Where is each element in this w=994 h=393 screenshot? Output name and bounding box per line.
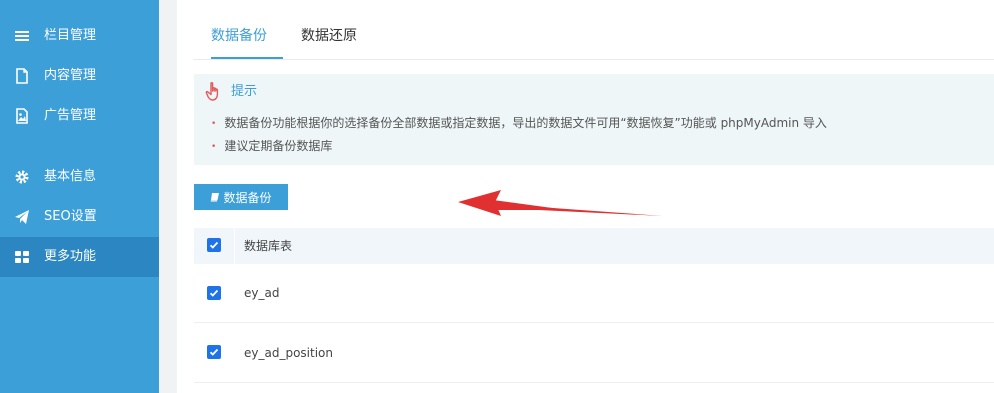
column-header-table-name: 数据库表 xyxy=(244,239,293,253)
paper-plane-icon xyxy=(15,210,29,224)
tip-line: • 数据备份功能根据你的选择备份全部数据或指定数据，导出的数据文件可用“数据恢复”… xyxy=(211,115,827,133)
document-icon xyxy=(16,68,28,84)
sidebar-item-label: 更多功能 xyxy=(44,249,97,264)
sidebar-item-more-features[interactable]: 更多功能 xyxy=(0,237,159,277)
table-row: ey_ad_position xyxy=(194,324,994,383)
sidebar-item-column-management[interactable]: 栏目管理 xyxy=(0,16,159,56)
sidebar-item-label: 内容管理 xyxy=(44,68,97,83)
table-name-cell: ey_ad xyxy=(244,286,280,300)
image-icon xyxy=(16,108,28,124)
data-backup-button[interactable]: 数据备份 xyxy=(194,184,288,210)
sidebar-item-label: 广告管理 xyxy=(44,108,97,123)
tab-bar: 数据备份 数据还原 xyxy=(193,0,994,60)
row-checkbox[interactable] xyxy=(207,345,221,359)
sidebar-item-seo-settings[interactable]: SEO设置 xyxy=(0,197,159,237)
main-content: 数据备份 数据还原 提示 • 数据备份功能根据你的选择备份全部数据或指定数据，导出… xyxy=(177,0,994,393)
row-checkbox[interactable] xyxy=(207,286,221,300)
book-icon xyxy=(211,193,220,202)
sidebar-item-ad-management[interactable]: 广告管理 xyxy=(0,96,159,136)
column-divider xyxy=(234,228,235,264)
menu-lines-icon xyxy=(15,31,29,41)
sidebar-item-content-management[interactable]: 内容管理 xyxy=(0,56,159,96)
sidebar-item-label: 基本信息 xyxy=(44,169,97,184)
table-header: 数据库表 xyxy=(194,228,994,264)
sidebar: 栏目管理 内容管理 广告管理 基本信息 SEO设置 更多功能 xyxy=(0,0,159,393)
checkmark-icon xyxy=(209,289,219,297)
tip-line-text: 建议定期备份数据库 xyxy=(224,139,333,153)
tip-line-text: 数据备份功能根据你的选择备份全部数据或指定数据，导出的数据文件可用“数据恢复”功… xyxy=(224,116,827,130)
annotation-arrow xyxy=(458,190,663,216)
grid-icon xyxy=(15,251,29,263)
sidebar-item-label: 栏目管理 xyxy=(44,28,97,43)
select-all-checkbox[interactable] xyxy=(207,238,221,252)
sidebar-item-basic-info[interactable]: 基本信息 xyxy=(0,157,159,197)
pointing-hand-icon xyxy=(205,82,219,101)
bullet-icon: • xyxy=(211,119,217,129)
tab-data-restore[interactable]: 数据还原 xyxy=(301,26,357,46)
checkmark-icon xyxy=(209,241,219,249)
tip-line: • 建议定期备份数据库 xyxy=(211,138,332,156)
tip-panel: 提示 • 数据备份功能根据你的选择备份全部数据或指定数据，导出的数据文件可用“数据… xyxy=(194,74,994,165)
table-row: ey_ad xyxy=(194,264,994,323)
bullet-icon: • xyxy=(211,142,217,152)
active-tab-indicator xyxy=(211,57,283,59)
data-backup-button-label: 数据备份 xyxy=(223,190,272,205)
table-name-cell: ey_ad_position xyxy=(244,346,333,360)
tip-title: 提示 xyxy=(231,84,258,99)
gear-icon xyxy=(15,170,29,184)
tab-data-backup[interactable]: 数据备份 xyxy=(211,26,267,46)
sidebar-item-label: SEO设置 xyxy=(44,209,97,224)
checkmark-icon xyxy=(209,348,219,356)
